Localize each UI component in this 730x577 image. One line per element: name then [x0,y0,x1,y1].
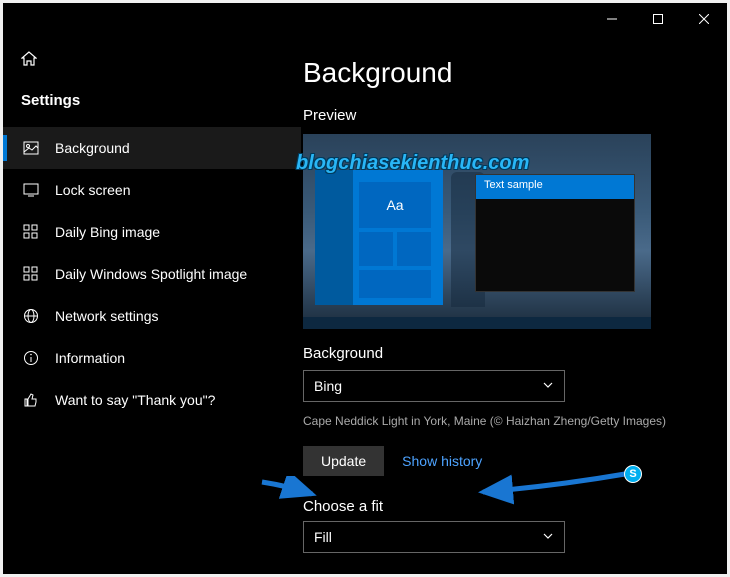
fit-dropdown[interactable]: Fill [303,521,565,553]
monitor-icon [21,182,41,198]
desktop-preview: Aa Text sample [303,134,651,329]
sidebar-item-thankyou[interactable]: Want to say "Thank you"? [3,379,301,421]
background-label: Background [303,345,703,362]
sidebar-item-information[interactable]: Information [3,337,301,379]
main-panel: Background Preview Aa Text sample Backgr… [301,35,727,574]
nav-label: Information [55,350,125,366]
chevron-down-icon [542,529,554,545]
choose-fit-label: Choose a fit [303,498,703,515]
settings-window: Settings Background Lock screen Daily Bi… [3,3,727,574]
home-icon [21,54,37,71]
content-area: Settings Background Lock screen Daily Bi… [3,35,727,574]
preview-taskbar [303,317,651,329]
chevron-down-icon [542,378,554,394]
nav-label: Background [55,140,130,156]
sidebar-item-daily-bing[interactable]: Daily Bing image [3,211,301,253]
sidebar-title: Settings [3,86,301,127]
sidebar-item-lockscreen[interactable]: Lock screen [3,169,301,211]
nav-label: Network settings [55,308,158,324]
update-button[interactable]: Update [303,446,384,476]
image-caption: Cape Neddick Light in York, Maine (© Hai… [303,414,703,428]
globe-icon [21,308,41,324]
info-icon [21,350,41,366]
button-row: Update Show history [303,446,703,476]
preview-sample-window: Text sample [475,174,635,292]
show-history-link[interactable]: Show history [402,453,482,469]
thumbsup-icon [21,392,41,408]
maximize-button[interactable] [635,3,681,35]
dropdown-value: Bing [314,378,342,394]
preview-label: Preview [303,107,703,124]
home-button[interactable] [3,43,301,86]
sidebar-item-network[interactable]: Network settings [3,295,301,337]
nav-label: Daily Bing image [55,224,160,240]
sidebar: Settings Background Lock screen Daily Bi… [3,35,301,574]
skype-badge-icon: S [624,465,642,483]
image-icon [21,140,41,156]
titlebar [3,3,727,35]
page-title: Background [303,57,703,89]
preview-start-menu: Aa [315,170,443,305]
grid-icon [21,224,41,240]
nav-label: Daily Windows Spotlight image [55,266,247,282]
grid-icon [21,266,41,282]
sidebar-item-background[interactable]: Background [3,127,301,169]
nav-label: Lock screen [55,182,130,198]
background-dropdown[interactable]: Bing [303,370,565,402]
close-button[interactable] [681,3,727,35]
sidebar-item-daily-spotlight[interactable]: Daily Windows Spotlight image [3,253,301,295]
nav-label: Want to say "Thank you"? [55,392,215,408]
preview-window-title: Text sample [476,175,634,199]
dropdown-value: Fill [314,529,332,545]
preview-tile-aa: Aa [359,182,431,228]
minimize-button[interactable] [589,3,635,35]
